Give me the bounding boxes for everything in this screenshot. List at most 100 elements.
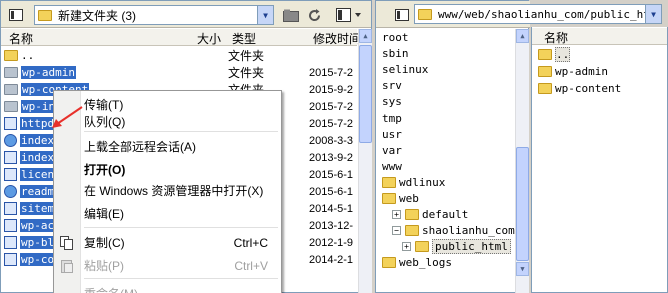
file-name: wp-content: [555, 82, 622, 95]
file-name: wp-admin: [555, 65, 608, 78]
scroll-thumb[interactable]: [516, 147, 529, 261]
tree-item-label: usr: [382, 127, 402, 141]
folder-icon: [405, 209, 419, 221]
tree-item[interactable]: root: [382, 29, 409, 46]
tree-item-label: root: [382, 31, 409, 44]
table-row[interactable]: wp-admin 文件夹 2015-7-2: [1, 64, 357, 81]
menu-separator: [84, 278, 278, 279]
tree-item-label: sbin: [382, 47, 409, 61]
tree-item[interactable]: web: [382, 190, 419, 207]
collapse-icon[interactable]: −: [392, 226, 401, 236]
menu-item[interactable]: 复制(C) Ctrl+C: [84, 234, 280, 251]
tree-item[interactable]: wdlinux: [382, 174, 445, 191]
menu-separator: [84, 227, 278, 228]
menu-item[interactable]: 队列(Q): [84, 113, 280, 130]
menu-item[interactable]: 上载全部远程会话(A): [84, 138, 280, 155]
expand-icon[interactable]: +: [392, 210, 401, 220]
tree-item[interactable]: www: [382, 158, 402, 175]
file-modified: 2008-3-3: [309, 134, 354, 147]
tree-item-label: public_html: [432, 239, 511, 255]
file-modified: 2015-7-2: [309, 66, 354, 79]
remote-path-combobox[interactable]: www/web/shaolianhu_com/public_html ▼: [414, 4, 662, 24]
tree-item-label: web_logs: [399, 256, 452, 270]
table-row[interactable]: .. 文件夹: [1, 47, 357, 64]
view-toggle-icon[interactable]: [7, 6, 25, 24]
file-modified: 2015-6-1: [309, 185, 354, 198]
tree-item[interactable]: web_logs: [382, 254, 452, 271]
list-item[interactable]: ..: [538, 46, 571, 63]
refresh-icon[interactable]: [305, 6, 323, 24]
menu-item[interactable]: 在 Windows 资源管理器中打开(X): [84, 182, 280, 199]
local-vertical-scrollbar[interactable]: ▲: [358, 29, 372, 293]
scroll-up-icon[interactable]: ▲: [516, 29, 529, 43]
tree-item-label: sys: [382, 95, 402, 109]
column-header-name[interactable]: 名称: [9, 30, 33, 47]
file-modified: 2013-12-: [309, 219, 354, 232]
folder-icon: [382, 193, 396, 204]
tree-item[interactable]: − shaolianhu_com: [392, 222, 515, 239]
scroll-thumb[interactable]: [359, 45, 372, 143]
file-name: ..: [21, 49, 35, 62]
list-item[interactable]: wp-content: [538, 80, 621, 97]
scroll-up-icon[interactable]: ▲: [359, 29, 372, 43]
browser-file-icon: [4, 185, 17, 198]
menu-item-label: 编辑(E): [84, 207, 124, 221]
paste-icon: [60, 259, 74, 276]
folder-icon: [38, 9, 52, 21]
column-header-size[interactable]: 大小: [197, 30, 221, 47]
tree-item[interactable]: sys: [382, 93, 402, 110]
tree-item[interactable]: tmp: [382, 110, 402, 127]
chevron-down-icon[interactable]: ▼: [257, 6, 273, 24]
expand-icon[interactable]: +: [402, 242, 411, 252]
folder-icon: [382, 257, 396, 269]
folder-icon: [538, 49, 552, 60]
remote-file-list: .. wp-admin wp-content: [532, 46, 667, 286]
menu-item-label: 在 Windows 资源管理器中打开(X): [84, 184, 264, 198]
file-modified: 2014-2-1: [309, 253, 354, 266]
tree-item[interactable]: sbin: [382, 45, 409, 62]
context-menu: 传输(T) 队列(Q) 上载全部远程会话(A) 打开(O) 在 Windows 资源管理…: [53, 90, 282, 293]
file-modified: 2013-9-2: [309, 151, 354, 164]
local-path-combobox[interactable]: 新建文件夹 (3) ▼: [34, 5, 274, 25]
file-modified: 2015-6-1: [309, 168, 354, 181]
column-header-type[interactable]: 类型: [232, 30, 256, 47]
tree-item[interactable]: var: [382, 142, 402, 159]
tree-item-label: selinux: [382, 63, 429, 77]
tree-item-label: srv: [382, 79, 402, 93]
view-options-icon[interactable]: [335, 6, 363, 24]
file-icon: [4, 202, 17, 215]
tree-item-label: var: [382, 143, 402, 157]
list-item[interactable]: wp-admin: [538, 63, 608, 80]
menu-item: 重命名(M): [84, 285, 280, 293]
folder-icon: [4, 50, 18, 61]
tree-item[interactable]: + public_html: [402, 238, 511, 255]
file-icon: [4, 236, 17, 249]
menu-item[interactable]: 编辑(E): [84, 205, 280, 222]
tree-item[interactable]: srv: [382, 77, 402, 94]
column-header-name[interactable]: 名称: [544, 29, 568, 46]
menu-item-label: 粘贴(P): [84, 259, 124, 273]
remote-path-text: www/web/shaolianhu_com/public_html: [438, 7, 645, 21]
remote-file-pane: 名称 .. wp-admin wp-content: [531, 27, 668, 293]
column-header-modified[interactable]: 修改时间: [313, 30, 361, 47]
folder-icon: [4, 84, 18, 95]
tree-item[interactable]: selinux: [382, 61, 428, 78]
view-toggle-icon[interactable]: [393, 6, 411, 24]
file-name: wp-admin: [21, 66, 76, 79]
copy-icon: [60, 236, 74, 253]
chevron-down-icon[interactable]: ▼: [645, 5, 661, 23]
tree-item[interactable]: + default: [392, 206, 468, 223]
folder-icon: [418, 8, 432, 20]
tree-item-label: default: [422, 208, 469, 222]
menu-item[interactable]: 打开(O): [84, 161, 280, 178]
local-path-text: 新建文件夹 (3): [58, 8, 137, 23]
folder-up-icon[interactable]: [282, 6, 300, 24]
menu-item[interactable]: 传输(T): [84, 96, 280, 113]
scroll-down-icon[interactable]: ▼: [516, 262, 529, 276]
menu-item: 粘贴(P) Ctrl+V: [84, 257, 280, 274]
tree-item-label: tmp: [382, 111, 402, 125]
tree-item-label: web: [399, 192, 419, 205]
ftp-client-window: 新建文件夹 (3) ▼ 名称 大小 类型 修改时间 .. 文件夹 wp-admin 文…: [0, 0, 668, 293]
tree-vertical-scrollbar[interactable]: ▲ ▼: [515, 29, 529, 293]
tree-item[interactable]: usr: [382, 126, 402, 143]
